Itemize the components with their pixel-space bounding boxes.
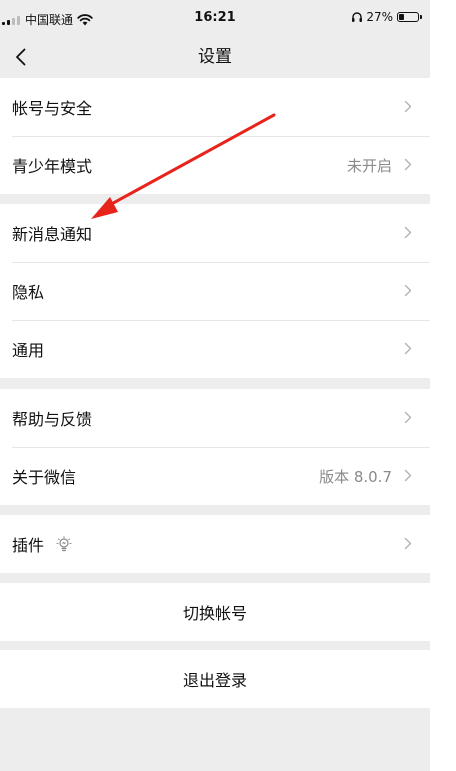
nav-bar: 设置 — [0, 38, 430, 76]
settings-group-account: 帐号与安全 青少年模式 未开启 — [0, 78, 430, 194]
settings-item-label: 帐号与安全 — [12, 99, 93, 118]
settings-item-label: 关于微信 — [12, 468, 77, 487]
switch-account-group: 切换帐号 — [0, 583, 430, 641]
settings-item-new-message-notifications[interactable]: 新消息通知 — [0, 204, 430, 262]
battery-percent: 27% — [366, 10, 393, 24]
settings-item-label: 青少年模式 — [12, 157, 93, 176]
lightbulb-icon — [56, 536, 72, 552]
chevron-right-icon — [404, 342, 412, 355]
headphone-icon — [352, 12, 363, 22]
chevron-left-icon — [15, 48, 25, 66]
chevron-right-icon — [404, 411, 412, 424]
settings-item-teen-mode[interactable]: 青少年模式 未开启 — [0, 136, 430, 194]
settings-item-account-security[interactable]: 帐号与安全 — [0, 78, 430, 136]
settings-item-label: 插件 — [12, 536, 45, 555]
chevron-right-icon — [404, 469, 412, 482]
logout-group: 退出登录 — [0, 650, 430, 708]
page-margin — [430, 0, 456, 771]
page-title: 设置 — [198, 47, 232, 67]
chevron-right-icon — [404, 284, 412, 297]
app-version: 版本 8.0.7 — [319, 467, 392, 486]
teen-mode-status: 未开启 — [346, 156, 392, 175]
wechat-settings-screen: 中国联通 16:21 27% 设置 帐号与安全 青少年模式 未开启 新消息通知 … — [0, 0, 430, 771]
battery-cap — [420, 15, 422, 19]
settings-item-privacy[interactable]: 隐私 — [0, 262, 430, 320]
settings-group-plugins: 插件 — [0, 515, 430, 573]
chevron-right-icon — [404, 226, 412, 239]
logout-button[interactable]: 退出登录 — [0, 650, 430, 708]
settings-group-general: 新消息通知 隐私 通用 — [0, 204, 430, 378]
back-button[interactable] — [0, 38, 40, 76]
settings-item-label: 通用 — [12, 341, 45, 360]
status-right: 27% — [351, 10, 422, 24]
battery-fill — [399, 14, 404, 20]
status-bar: 中国联通 16:21 27% — [0, 0, 430, 38]
settings-item-about-wechat[interactable]: 关于微信 版本 8.0.7 — [0, 447, 430, 505]
settings-item-general[interactable]: 通用 — [0, 320, 430, 378]
settings-item-label: 帮助与反馈 — [12, 410, 93, 429]
settings-item-label: 隐私 — [12, 283, 45, 302]
switch-account-button[interactable]: 切换帐号 — [0, 583, 430, 641]
chevron-right-icon — [404, 158, 412, 171]
settings-item-label: 新消息通知 — [12, 225, 93, 244]
settings-group-about: 帮助与反馈 关于微信 版本 8.0.7 — [0, 389, 430, 505]
settings-item-label-wrap: 插件 — [12, 532, 72, 556]
chevron-right-icon — [404, 537, 412, 550]
chevron-right-icon — [404, 100, 412, 113]
battery-icon — [397, 12, 419, 22]
settings-item-help-feedback[interactable]: 帮助与反馈 — [0, 389, 430, 447]
settings-item-plugins[interactable]: 插件 — [0, 515, 430, 573]
